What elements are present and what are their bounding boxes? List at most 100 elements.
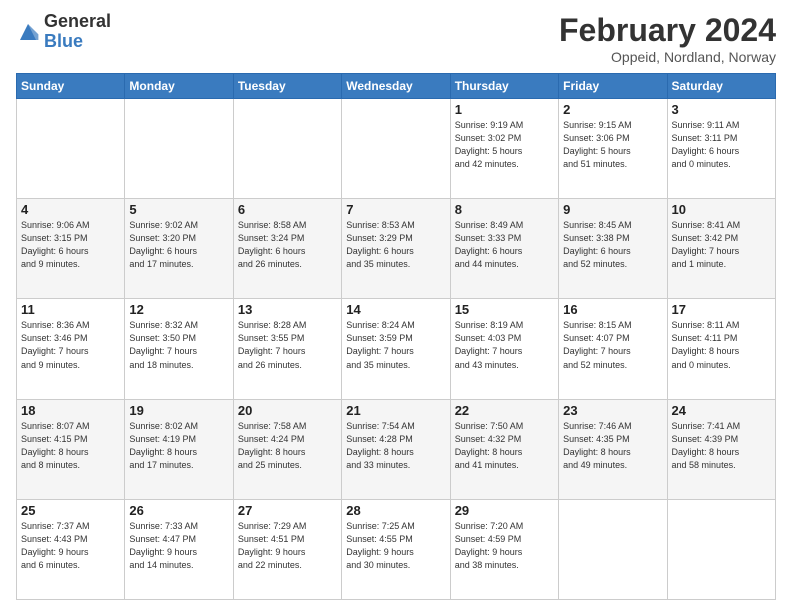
logo: General Blue <box>16 12 111 52</box>
day-info: Sunrise: 8:07 AM Sunset: 4:15 PM Dayligh… <box>21 420 120 472</box>
day-number: 20 <box>238 403 337 418</box>
calendar-cell: 28Sunrise: 7:25 AM Sunset: 4:55 PM Dayli… <box>342 499 450 599</box>
day-info: Sunrise: 7:20 AM Sunset: 4:59 PM Dayligh… <box>455 520 554 572</box>
day-number: 22 <box>455 403 554 418</box>
calendar-cell <box>233 99 341 199</box>
day-number: 19 <box>129 403 228 418</box>
calendar-cell: 18 Sunrise: 8:07 AM Sunset: 4:15 PM Dayli… <box>17 399 125 499</box>
day-info: Sunrise: 8:11 AM Sunset: 4:11 PM Dayligh… <box>672 319 771 371</box>
week-row-3: 11 Sunrise: 8:36 AM Sunset: 3:46 PM Dayli… <box>17 299 776 399</box>
calendar-cell <box>559 499 667 599</box>
day-info: Sunrise: 7:41 AM Sunset: 4:39 PM Dayligh… <box>672 420 771 472</box>
day-info: Sunrise: 8:02 AM Sunset: 4:19 PM Dayligh… <box>129 420 228 472</box>
title-block: February 2024 Oppeid, Nordland, Norway <box>559 12 776 65</box>
day-info: Sunrise: 9:06 AM Sunset: 3:15 PM Dayligh… <box>21 219 120 271</box>
weekday-header-row: SundayMondayTuesdayWednesdayThursdayFrid… <box>17 74 776 99</box>
logo-text: General Blue <box>44 12 111 52</box>
calendar-cell: 6 Sunrise: 8:58 AM Sunset: 3:24 PM Daylig… <box>233 199 341 299</box>
day-number: 9 <box>563 202 662 217</box>
day-info: Sunrise: 9:15 AM Sunset: 3:06 PM Dayligh… <box>563 119 662 171</box>
day-info: Sunrise: 7:54 AM Sunset: 4:28 PM Dayligh… <box>346 420 445 472</box>
day-info: Sunrise: 8:15 AM Sunset: 4:07 PM Dayligh… <box>563 319 662 371</box>
day-number: 10 <box>672 202 771 217</box>
calendar-cell: 2 Sunrise: 9:15 AM Sunset: 3:06 PM Daylig… <box>559 99 667 199</box>
day-number: 1 <box>455 102 554 117</box>
day-info: Sunrise: 8:19 AM Sunset: 4:03 PM Dayligh… <box>455 319 554 371</box>
calendar-cell: 14 Sunrise: 8:24 AM Sunset: 3:59 PM Dayli… <box>342 299 450 399</box>
day-info: Sunrise: 8:41 AM Sunset: 3:42 PM Dayligh… <box>672 219 771 271</box>
calendar-cell: 23 Sunrise: 7:46 AM Sunset: 4:35 PM Dayli… <box>559 399 667 499</box>
calendar-cell: 3 Sunrise: 9:11 AM Sunset: 3:11 PM Daylig… <box>667 99 775 199</box>
week-row-4: 18 Sunrise: 8:07 AM Sunset: 4:15 PM Dayli… <box>17 399 776 499</box>
calendar-cell: 25 Sunrise: 7:37 AM Sunset: 4:43 PM Dayli… <box>17 499 125 599</box>
weekday-header-tuesday: Tuesday <box>233 74 341 99</box>
day-number: 13 <box>238 302 337 317</box>
day-info: Sunrise: 9:11 AM Sunset: 3:11 PM Dayligh… <box>672 119 771 171</box>
day-info: Sunrise: 7:37 AM Sunset: 4:43 PM Dayligh… <box>21 520 120 572</box>
day-number: 6 <box>238 202 337 217</box>
calendar-cell: 11 Sunrise: 8:36 AM Sunset: 3:46 PM Dayli… <box>17 299 125 399</box>
calendar-cell: 20 Sunrise: 7:58 AM Sunset: 4:24 PM Dayli… <box>233 399 341 499</box>
day-number: 12 <box>129 302 228 317</box>
calendar-cell: 9 Sunrise: 8:45 AM Sunset: 3:38 PM Daylig… <box>559 199 667 299</box>
calendar-cell: 17 Sunrise: 8:11 AM Sunset: 4:11 PM Dayli… <box>667 299 775 399</box>
day-number: 26 <box>129 503 228 518</box>
logo-general: General <box>44 12 111 32</box>
day-info: Sunrise: 7:58 AM Sunset: 4:24 PM Dayligh… <box>238 420 337 472</box>
calendar-cell: 22 Sunrise: 7:50 AM Sunset: 4:32 PM Dayli… <box>450 399 558 499</box>
day-info: Sunrise: 8:49 AM Sunset: 3:33 PM Dayligh… <box>455 219 554 271</box>
calendar-cell: 27 Sunrise: 7:29 AM Sunset: 4:51 PM Dayli… <box>233 499 341 599</box>
day-number: 14 <box>346 302 445 317</box>
week-row-5: 25 Sunrise: 7:37 AM Sunset: 4:43 PM Dayli… <box>17 499 776 599</box>
day-number: 29 <box>455 503 554 518</box>
calendar-cell: 8 Sunrise: 8:49 AM Sunset: 3:33 PM Daylig… <box>450 199 558 299</box>
day-info: Sunrise: 8:36 AM Sunset: 3:46 PM Dayligh… <box>21 319 120 371</box>
day-info: Sunrise: 7:50 AM Sunset: 4:32 PM Dayligh… <box>455 420 554 472</box>
calendar-cell: 10 Sunrise: 8:41 AM Sunset: 3:42 PM Dayli… <box>667 199 775 299</box>
day-info: Sunrise: 8:45 AM Sunset: 3:38 PM Dayligh… <box>563 219 662 271</box>
day-number: 24 <box>672 403 771 418</box>
day-info: Sunrise: 8:28 AM Sunset: 3:55 PM Dayligh… <box>238 319 337 371</box>
page: General Blue February 2024 Oppeid, Nordl… <box>0 0 792 612</box>
day-info: Sunrise: 9:02 AM Sunset: 3:20 PM Dayligh… <box>129 219 228 271</box>
day-number: 15 <box>455 302 554 317</box>
day-number: 16 <box>563 302 662 317</box>
day-number: 3 <box>672 102 771 117</box>
calendar-cell: 26 Sunrise: 7:33 AM Sunset: 4:47 PM Dayli… <box>125 499 233 599</box>
calendar-cell: 13 Sunrise: 8:28 AM Sunset: 3:55 PM Dayli… <box>233 299 341 399</box>
location: Oppeid, Nordland, Norway <box>559 49 776 65</box>
day-info: Sunrise: 8:32 AM Sunset: 3:50 PM Dayligh… <box>129 319 228 371</box>
day-number: 4 <box>21 202 120 217</box>
day-number: 2 <box>563 102 662 117</box>
calendar-cell: 21 Sunrise: 7:54 AM Sunset: 4:28 PM Dayli… <box>342 399 450 499</box>
calendar-cell: 16 Sunrise: 8:15 AM Sunset: 4:07 PM Dayli… <box>559 299 667 399</box>
header: General Blue February 2024 Oppeid, Nordl… <box>16 12 776 65</box>
day-info: Sunrise: 8:24 AM Sunset: 3:59 PM Dayligh… <box>346 319 445 371</box>
day-info: Sunrise: 8:53 AM Sunset: 3:29 PM Dayligh… <box>346 219 445 271</box>
day-number: 18 <box>21 403 120 418</box>
day-number: 23 <box>563 403 662 418</box>
day-number: 21 <box>346 403 445 418</box>
weekday-header-friday: Friday <box>559 74 667 99</box>
calendar-cell: 19 Sunrise: 8:02 AM Sunset: 4:19 PM Dayli… <box>125 399 233 499</box>
day-info: Sunrise: 8:58 AM Sunset: 3:24 PM Dayligh… <box>238 219 337 271</box>
day-info: Sunrise: 7:33 AM Sunset: 4:47 PM Dayligh… <box>129 520 228 572</box>
day-info: Sunrise: 7:46 AM Sunset: 4:35 PM Dayligh… <box>563 420 662 472</box>
weekday-header-wednesday: Wednesday <box>342 74 450 99</box>
week-row-2: 4 Sunrise: 9:06 AM Sunset: 3:15 PM Daylig… <box>17 199 776 299</box>
calendar-cell: 29 Sunrise: 7:20 AM Sunset: 4:59 PM Dayli… <box>450 499 558 599</box>
calendar-cell: 24 Sunrise: 7:41 AM Sunset: 4:39 PM Dayli… <box>667 399 775 499</box>
day-number: 17 <box>672 302 771 317</box>
calendar-cell: 1Sunrise: 9:19 AM Sunset: 3:02 PM Daylig… <box>450 99 558 199</box>
day-number: 27 <box>238 503 337 518</box>
day-info: Sunrise: 7:29 AM Sunset: 4:51 PM Dayligh… <box>238 520 337 572</box>
day-number: 25 <box>21 503 120 518</box>
calendar-cell: 7Sunrise: 8:53 AM Sunset: 3:29 PM Daylig… <box>342 199 450 299</box>
day-number: 8 <box>455 202 554 217</box>
day-number: 5 <box>129 202 228 217</box>
calendar-table: SundayMondayTuesdayWednesdayThursdayFrid… <box>16 73 776 600</box>
calendar-cell: 5 Sunrise: 9:02 AM Sunset: 3:20 PM Daylig… <box>125 199 233 299</box>
day-number: 11 <box>21 302 120 317</box>
weekday-header-monday: Monday <box>125 74 233 99</box>
weekday-header-saturday: Saturday <box>667 74 775 99</box>
